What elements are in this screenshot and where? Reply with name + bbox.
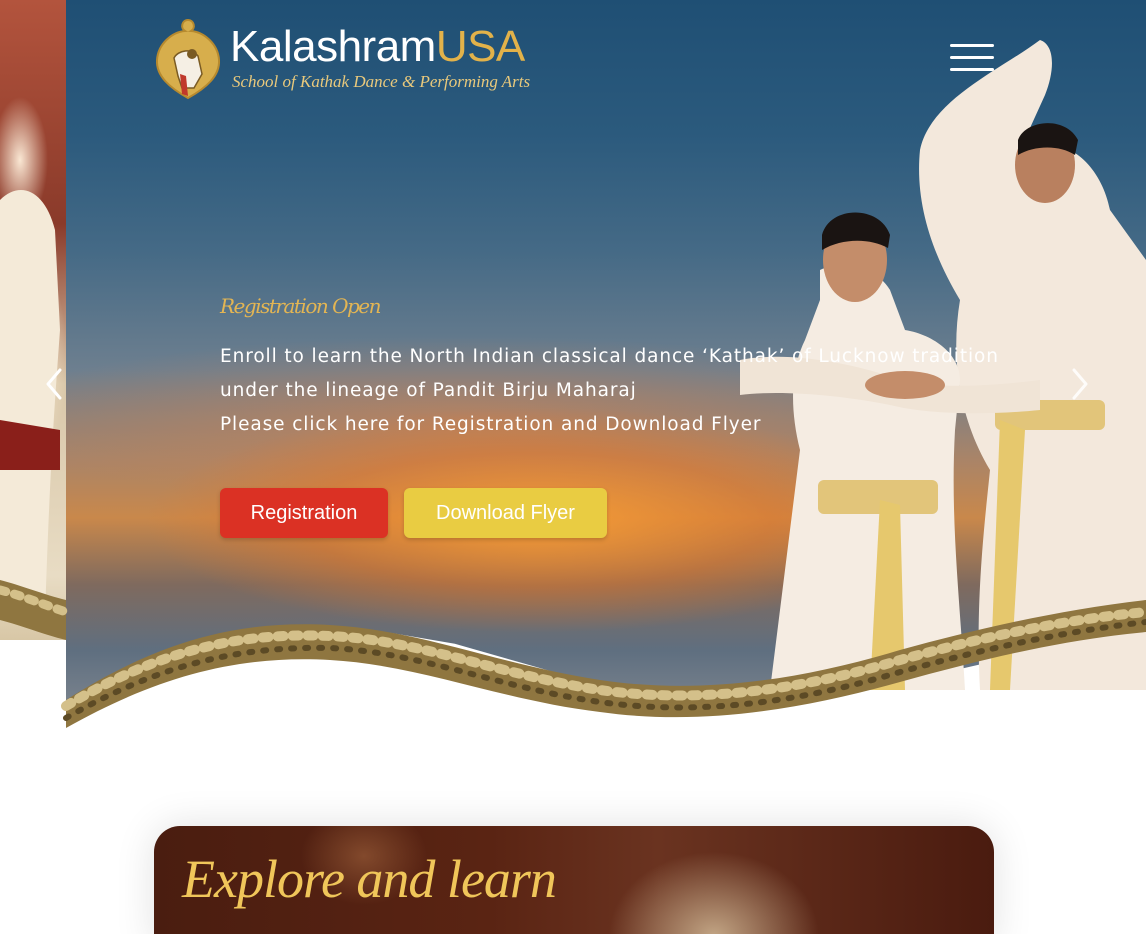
hero-description-line: Please click here for Registration and D… [220,414,762,435]
logo-name-secondary: USA [435,22,525,71]
hero-description-line: Enroll to learn the North Indian classic… [220,346,999,367]
previous-slide-peek [0,0,66,640]
registration-button[interactable]: Registration [220,488,388,538]
hamburger-menu-icon-bar [950,44,994,47]
registration-open-label: Registration Open [220,294,382,318]
kalashram-emblem-icon [155,18,221,100]
chevron-right-icon[interactable] [1068,366,1092,402]
hero-description-line: under the lineage of Pandit Birju Mahara… [220,380,637,401]
download-flyer-button[interactable]: Download Flyer [404,488,607,538]
hamburger-menu-icon-bar [950,68,994,71]
hero-slider: KalashramUSA School of Kathak Dance & Pe… [0,0,1146,740]
explore-section-card: Explore and learn [154,826,994,934]
hero-description: Enroll to learn the North Indian classic… [220,340,1040,442]
logo-name-primary: Kalashram [230,22,436,71]
logo-name: KalashramUSA [230,22,525,72]
chevron-left-icon[interactable] [42,366,66,402]
hamburger-menu-icon-bar [950,56,994,59]
site-logo[interactable]: KalashramUSA School of Kathak Dance & Pe… [152,14,582,104]
hamburger-menu-button[interactable] [948,42,994,74]
explore-section-title: Explore and learn [182,849,557,909]
logo-tagline: School of Kathak Dance & Performing Arts [232,72,531,91]
